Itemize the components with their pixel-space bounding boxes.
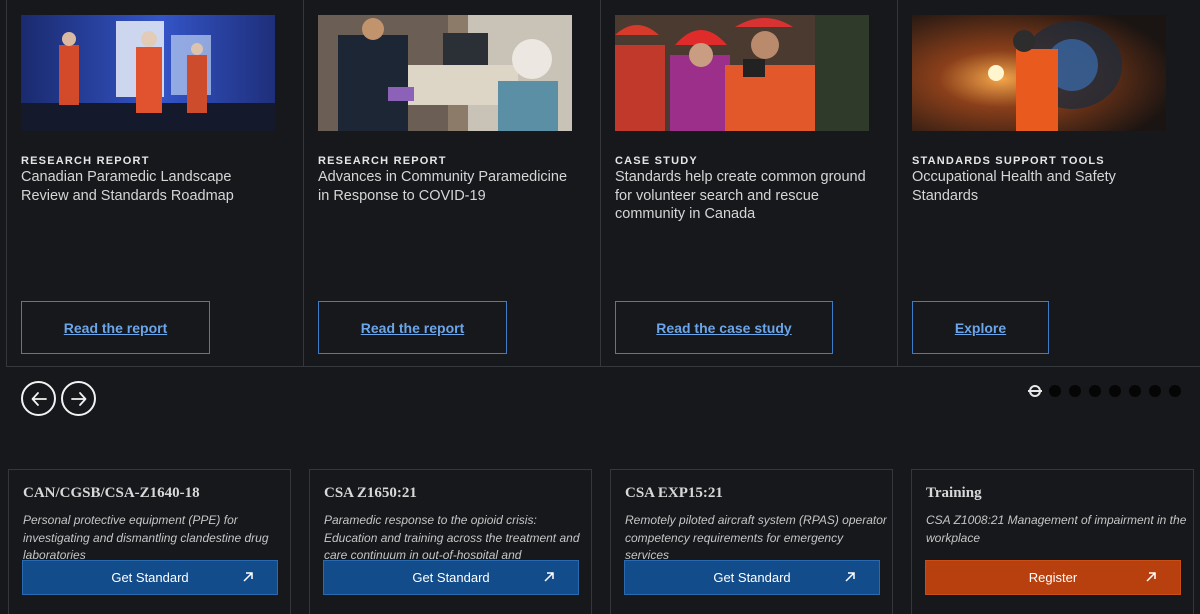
carousel-dot[interactable] — [1109, 385, 1121, 397]
external-link-arrow-icon — [1146, 572, 1156, 582]
external-link-arrow-icon — [845, 572, 855, 582]
carousel-dot[interactable] — [1169, 385, 1181, 397]
button-label: Read the report — [360, 319, 465, 336]
training-card: Training CSA Z1008:21 Management of impa… — [911, 469, 1194, 614]
training-title[interactable]: Training — [926, 485, 982, 502]
card-title[interactable]: Standards help create common ground for … — [615, 168, 875, 224]
standard-description: Personal protective equipment (PPE) for … — [23, 513, 269, 559]
standard-card: CSA EXP15:21 Remotely piloted aircraft s… — [610, 469, 893, 614]
button-label: Register — [1028, 570, 1078, 585]
standard-title[interactable]: CSA EXP15:21 — [625, 485, 723, 502]
carousel-card: Standards Support Tools Occupational Hea… — [897, 0, 1194, 367]
card-category: Research Report — [318, 155, 447, 167]
carousel-prev-button[interactable] — [21, 381, 56, 416]
standard-title[interactable]: CSA Z1650:21 — [324, 485, 417, 502]
standard-title[interactable]: CAN/CGSB/CSA-Z1640-18 — [23, 485, 200, 502]
carousel-dot[interactable] — [1069, 385, 1081, 397]
get-standard-button[interactable]: Get Standard — [323, 560, 579, 595]
external-link-arrow-icon — [544, 572, 554, 582]
explore-button[interactable]: Explore — [912, 301, 1049, 354]
external-link-arrow-icon — [243, 572, 253, 582]
card-title[interactable]: Advances in Community Paramedicine in Re… — [318, 168, 578, 205]
card-title[interactable]: Canadian Paramedic Landscape Review and … — [21, 168, 281, 205]
carousel-pagination — [1028, 385, 1181, 397]
read-report-button[interactable]: Read the report — [21, 301, 210, 354]
training-description: CSA Z1008:21 Management of impairment in… — [926, 513, 1187, 545]
button-label: Read the case study — [656, 319, 792, 336]
card-category: Case Study — [615, 155, 698, 167]
search-and-rescue-photo — [615, 15, 869, 131]
button-label: Get Standard — [111, 570, 189, 585]
standard-card: CSA Z1650:21 Paramedic response to the o… — [309, 469, 592, 614]
featured-carousel: Research Report Canadian Paramedic Lands… — [6, 0, 1200, 367]
standard-description: Remotely piloted aircraft system (RPAS) … — [625, 513, 887, 559]
carousel-next-button[interactable] — [61, 381, 96, 416]
welder-tunnel-photo — [912, 15, 1166, 131]
card-title[interactable]: Occupational Health and Safety Standards — [912, 168, 1172, 205]
button-label: Get Standard — [412, 570, 490, 585]
community-paramedicine-photo — [318, 15, 572, 131]
standard-description: Paramedic response to the opioid crisis:… — [324, 513, 580, 559]
arrow-right-icon — [70, 391, 86, 406]
carousel-dot[interactable] — [1089, 385, 1101, 397]
card-category: Research Report — [21, 155, 150, 167]
read-report-button[interactable]: Read the report — [318, 301, 507, 354]
carousel-dot[interactable] — [1049, 385, 1061, 397]
get-standard-button[interactable]: Get Standard — [22, 560, 278, 595]
carousel-card: Case Study Standards help create common … — [600, 0, 897, 367]
standard-card: CAN/CGSB/CSA-Z1640-18 Personal protectiv… — [8, 469, 291, 614]
button-label: Get Standard — [713, 570, 791, 585]
arrow-left-icon — [31, 391, 47, 406]
read-case-study-button[interactable]: Read the case study — [615, 301, 833, 354]
carousel-dot[interactable] — [1149, 385, 1161, 397]
register-button[interactable]: Register — [925, 560, 1181, 595]
get-standard-button[interactable]: Get Standard — [624, 560, 880, 595]
paramedics-photo — [21, 15, 275, 131]
button-label: Explore — [954, 319, 1007, 336]
carousel-card: Research Report Advances in Community Pa… — [303, 0, 600, 367]
carousel-card: Research Report Canadian Paramedic Lands… — [6, 0, 303, 367]
button-label: Read the report — [63, 319, 168, 336]
card-category: Standards Support Tools — [912, 155, 1105, 167]
carousel-dot-active[interactable] — [1028, 385, 1042, 397]
carousel-dot[interactable] — [1129, 385, 1141, 397]
